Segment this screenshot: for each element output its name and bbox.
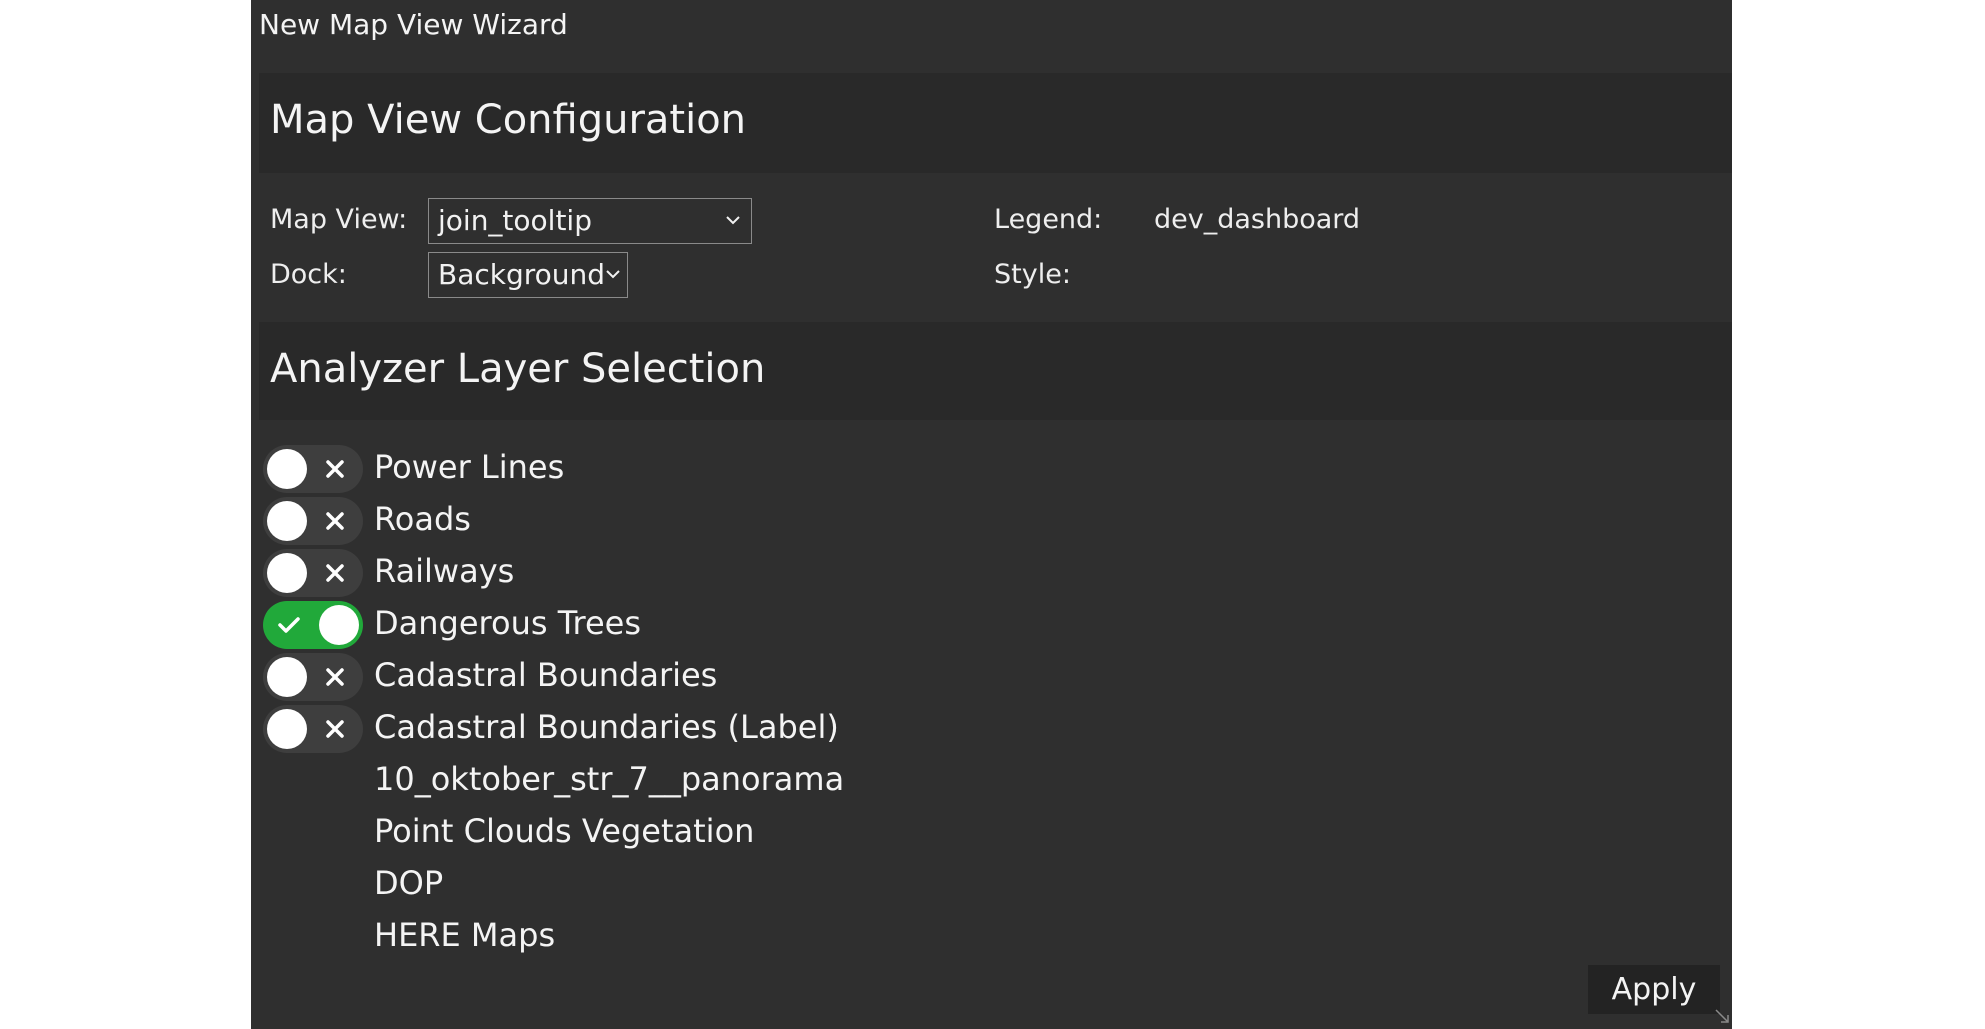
layer-row: HERE Maps (259, 912, 1059, 960)
map-view-wizard-dialog: New Map View Wizard Map View Configurati… (251, 0, 1732, 1029)
layer-row: Railways (259, 548, 1059, 597)
dock-selected-value: Background (438, 258, 606, 291)
layer-row: Point Clouds Vegetation (259, 808, 1059, 856)
config-heading: Map View Configuration (270, 97, 747, 143)
layer-toggle[interactable] (263, 497, 363, 545)
layer-label: DOP (374, 864, 444, 902)
layer-label: Railways (374, 552, 515, 590)
x-icon (326, 512, 344, 530)
x-icon (326, 564, 344, 582)
toggle-knob (267, 553, 307, 593)
dock-select[interactable]: Background (428, 252, 628, 298)
chevron-down-icon (726, 216, 740, 225)
layer-toggle[interactable] (263, 653, 363, 701)
layer-row: 10_oktober_str_7__panorama (259, 756, 1059, 804)
legend-value: dev_dashboard (1154, 204, 1361, 235)
style-label: Style: (994, 259, 1071, 290)
layer-label: Point Clouds Vegetation (374, 812, 755, 850)
apply-button[interactable]: Apply (1588, 965, 1720, 1014)
layer-label: Cadastral Boundaries (Label) (374, 708, 839, 746)
layer-toggle[interactable] (263, 445, 363, 493)
layer-label: Roads (374, 500, 471, 538)
layer-toggle[interactable] (263, 601, 363, 649)
window-title: New Map View Wizard (259, 8, 568, 41)
toggle-knob (267, 501, 307, 541)
x-icon (326, 460, 344, 478)
layer-toggle[interactable] (263, 549, 363, 597)
layer-row: Cadastral Boundaries (259, 652, 1059, 701)
layer-row: Dangerous Trees (259, 600, 1059, 649)
layer-row: DOP (259, 860, 1059, 908)
map-view-label: Map View: (270, 204, 408, 235)
layer-label: Dangerous Trees (374, 604, 642, 642)
toggle-knob (267, 449, 307, 489)
layer-row: Roads (259, 496, 1059, 545)
toggle-knob (267, 657, 307, 697)
layer-row: Power Lines (259, 444, 1059, 493)
toggle-knob (319, 605, 359, 645)
chevron-down-icon (606, 270, 620, 279)
map-view-select[interactable]: join_tooltip (428, 198, 752, 244)
layer-label: Cadastral Boundaries (374, 656, 718, 694)
layer-label: 10_oktober_str_7__panorama (374, 760, 845, 798)
resize-handle-icon[interactable] (1713, 1007, 1731, 1025)
layer-row: Cadastral Boundaries (Label) (259, 704, 1059, 753)
legend-label: Legend: (994, 204, 1103, 235)
x-icon (326, 668, 344, 686)
layer-label: HERE Maps (374, 916, 556, 954)
config-section-header: Map View Configuration (259, 73, 1732, 173)
layer-section-header: Analyzer Layer Selection (259, 322, 1732, 420)
map-view-selected-value: join_tooltip (438, 204, 592, 237)
toggle-knob (267, 709, 307, 749)
check-icon (278, 617, 300, 633)
dock-label: Dock: (270, 259, 347, 290)
layers-heading: Analyzer Layer Selection (270, 346, 766, 392)
x-icon (326, 720, 344, 738)
layer-toggle[interactable] (263, 705, 363, 753)
layer-label: Power Lines (374, 448, 565, 486)
